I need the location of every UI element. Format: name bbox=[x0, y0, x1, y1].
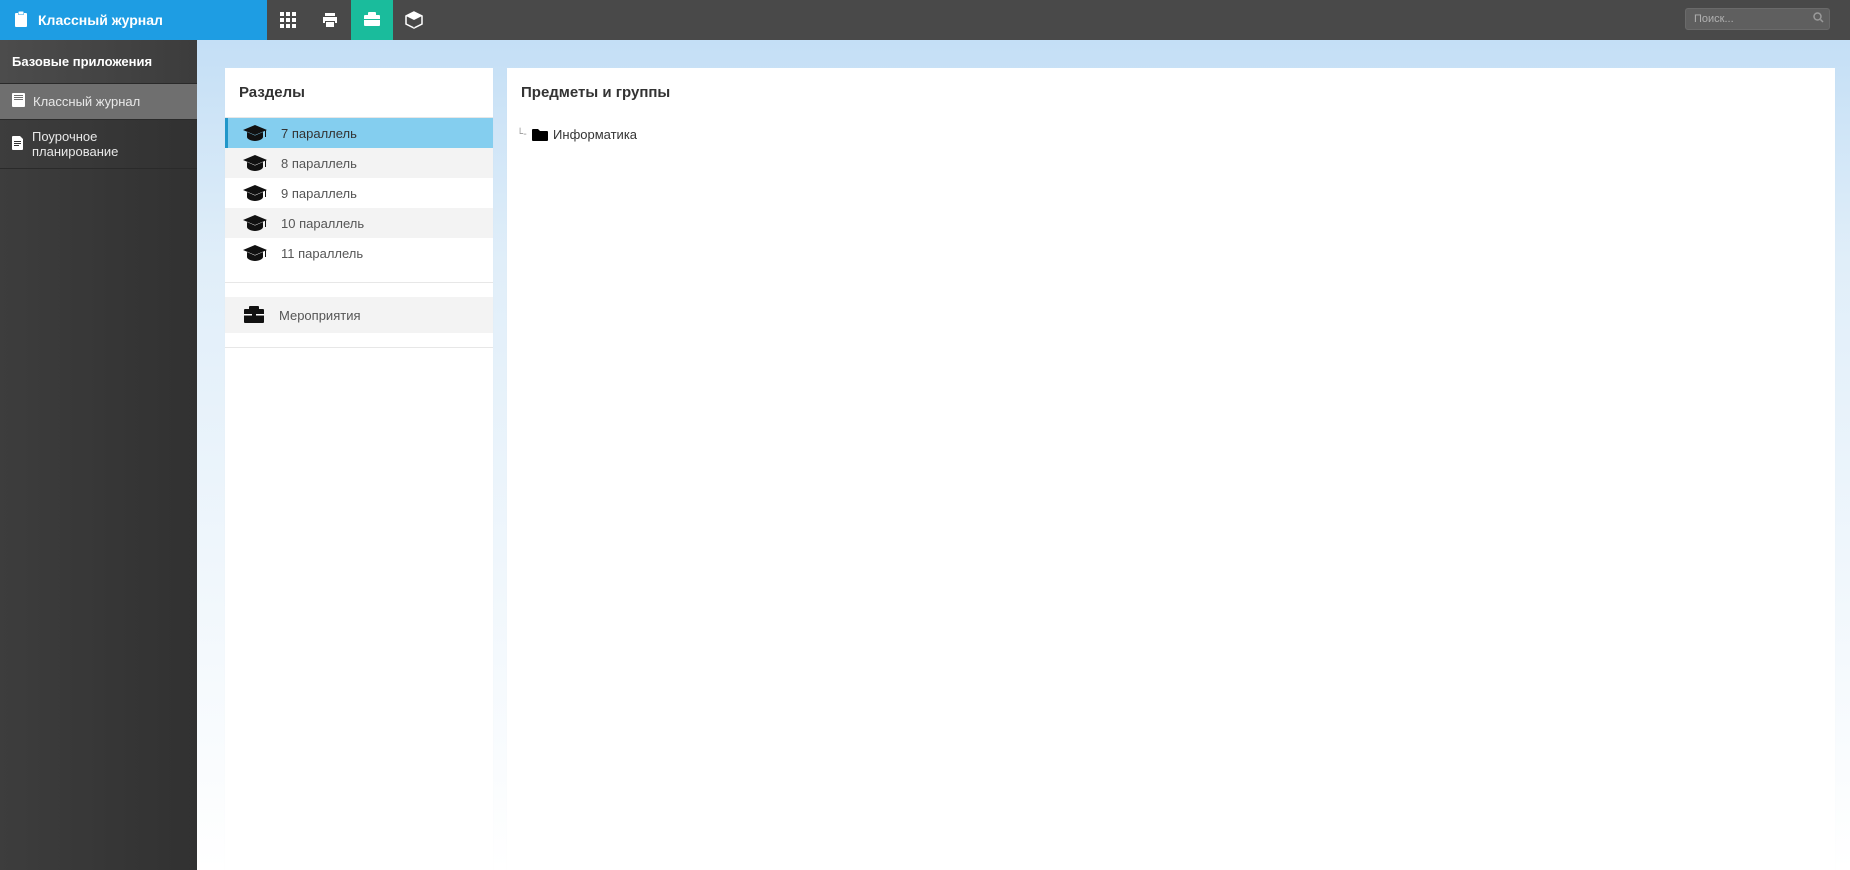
tree: └- Информатика bbox=[507, 117, 1835, 152]
clipboard-icon bbox=[14, 11, 28, 30]
search-area bbox=[1685, 8, 1830, 30]
section-row-label: 11 параллель bbox=[281, 246, 363, 261]
container: Базовые приложения Классный журнал Поуро… bbox=[0, 40, 1850, 870]
briefcase-icon bbox=[242, 305, 266, 325]
section-row-label: 8 параллель bbox=[281, 156, 357, 171]
section-row-10[interactable]: 10 параллель bbox=[225, 208, 493, 238]
tree-item-informatika[interactable]: └- Информатика bbox=[517, 127, 1825, 142]
main-panel-title: Предметы и группы bbox=[507, 68, 1835, 117]
sidebar-item-label: Классный журнал bbox=[33, 94, 140, 109]
graduation-cap-icon bbox=[242, 153, 268, 173]
sidebar-header: Базовые приложения bbox=[0, 40, 197, 84]
main-row: Разделы 7 параллель 8 параллель bbox=[197, 40, 1850, 870]
package-button[interactable] bbox=[393, 0, 435, 40]
section-divider bbox=[225, 282, 493, 283]
graduation-cap-icon bbox=[242, 123, 268, 143]
print-button[interactable] bbox=[309, 0, 351, 40]
search-input[interactable] bbox=[1685, 8, 1830, 30]
sidebar-item-class-journal[interactable]: Классный журнал bbox=[0, 84, 197, 120]
main-panel: Предметы и группы └- Информатика bbox=[507, 68, 1835, 870]
section-row-label: 7 параллель bbox=[281, 126, 357, 141]
book-icon bbox=[12, 93, 25, 110]
section-row-label: Мероприятия bbox=[279, 308, 361, 323]
graduation-cap-icon bbox=[242, 213, 268, 233]
sidebar-item-label: Поурочное планирование bbox=[32, 129, 185, 159]
file-icon bbox=[12, 136, 24, 153]
section-row-8[interactable]: 8 параллель bbox=[225, 148, 493, 178]
section-row-label: 10 параллель bbox=[281, 216, 364, 231]
grid-button[interactable] bbox=[267, 0, 309, 40]
graduation-cap-icon bbox=[242, 243, 268, 263]
section-row-9[interactable]: 9 параллель bbox=[225, 178, 493, 208]
sections-panel-title: Разделы bbox=[225, 68, 493, 117]
briefcase-button[interactable] bbox=[351, 0, 393, 40]
folder-icon bbox=[532, 128, 548, 141]
tree-item-label: Информатика bbox=[553, 127, 637, 142]
sections-list: 7 параллель 8 параллель 9 параллель bbox=[225, 117, 493, 268]
section-row-events[interactable]: Мероприятия bbox=[225, 297, 493, 333]
section-row-7[interactable]: 7 параллель bbox=[225, 118, 493, 148]
topbar-icons bbox=[267, 0, 435, 40]
tree-connector-icon: └- bbox=[517, 129, 527, 140]
sidebar-item-lesson-planning[interactable]: Поурочное планирование bbox=[0, 120, 197, 169]
section-row-label: 9 параллель bbox=[281, 186, 357, 201]
topbar: Классный журнал bbox=[0, 0, 1850, 40]
graduation-cap-icon bbox=[242, 183, 268, 203]
brand-area: Классный журнал bbox=[0, 0, 267, 40]
sidebar: Базовые приложения Классный журнал Поуро… bbox=[0, 40, 197, 870]
section-divider-bottom bbox=[225, 347, 493, 348]
sections-panel: Разделы 7 параллель 8 параллель bbox=[225, 68, 493, 870]
brand-title: Классный журнал bbox=[38, 12, 163, 28]
section-row-11[interactable]: 11 параллель bbox=[225, 238, 493, 268]
